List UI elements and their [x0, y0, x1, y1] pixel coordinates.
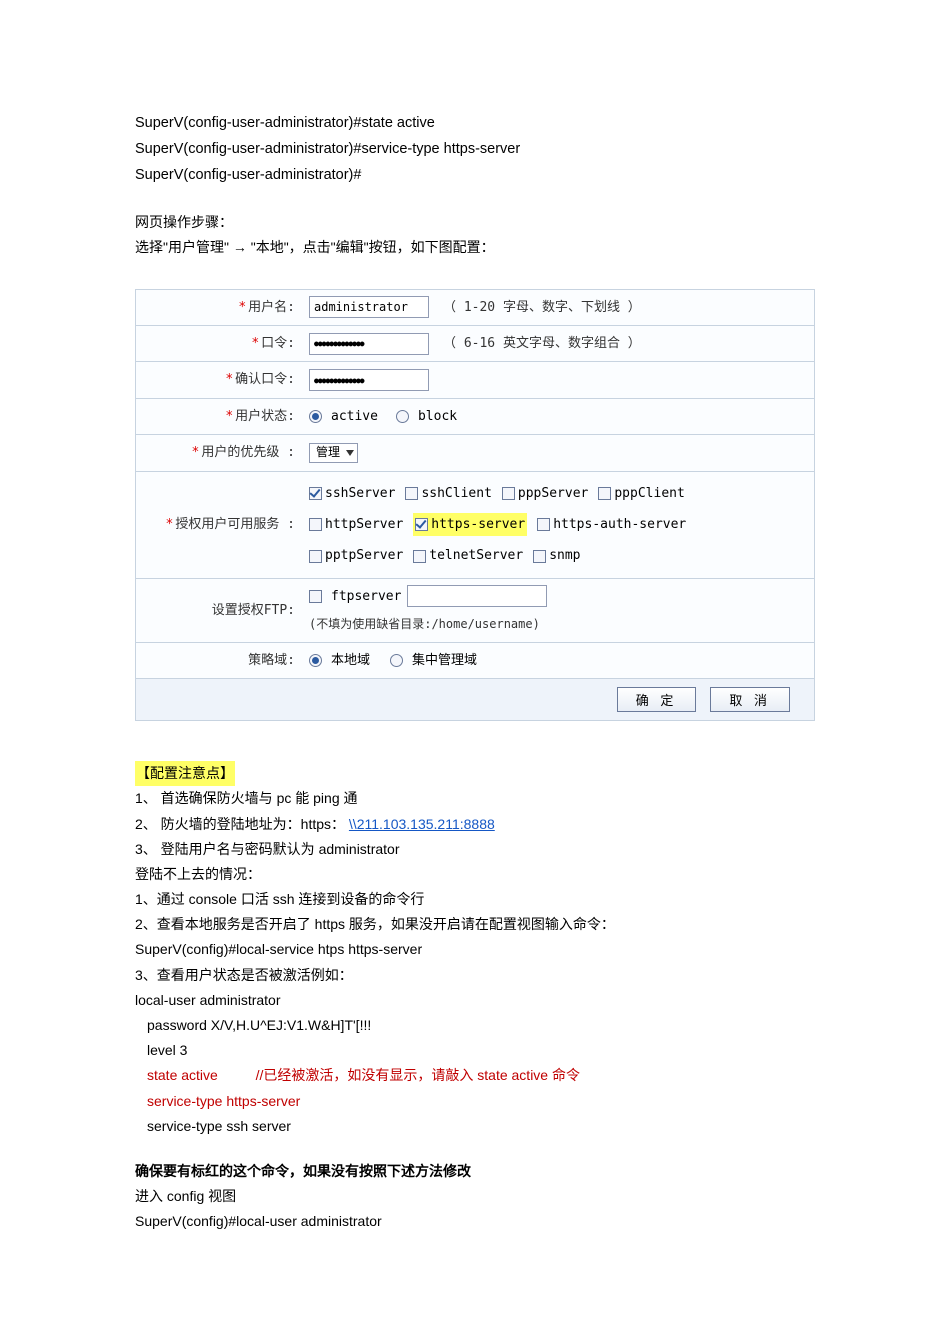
- last-cmd: SuperV(config)#local-user administrator: [135, 1209, 815, 1234]
- password-input[interactable]: [309, 333, 429, 355]
- lbl-pppserver: pppServer: [518, 482, 588, 505]
- chk-pppserver[interactable]: [502, 487, 515, 500]
- fail-2-cmd: SuperV(config)#local-service htps https-…: [135, 937, 815, 962]
- cli-line-3: SuperV(config-user-administrator)#: [135, 162, 815, 188]
- row-ftp: 设置授权FTP: ftpserver (不填为使用缺省目录:/home/user…: [136, 578, 814, 642]
- cli-line-2: SuperV(config-user-administrator)#servic…: [135, 136, 815, 162]
- note-1: 1、 首选确保防火墙与 pc 能 ping 通: [135, 786, 815, 811]
- ftp-path-input[interactable]: [407, 585, 547, 607]
- row-confirm-password: *确认口令:: [136, 361, 814, 397]
- priority-value: 管理: [316, 442, 340, 464]
- radio-active-label: active: [331, 405, 378, 428]
- lbl-telnetserver: telnetServer: [429, 544, 523, 567]
- chk-pptpserver[interactable]: [309, 550, 322, 563]
- cfg-l5: service-type https-server: [147, 1089, 300, 1114]
- note-2-text: 2、 防火墙的登陆地址为：https：: [135, 816, 345, 832]
- ftp-note: (不填为使用缺省目录:/home/username): [309, 614, 806, 636]
- cfg-l4a: state active: [147, 1063, 218, 1088]
- label-policy: 策略域:: [248, 653, 295, 668]
- lbl-httpsauth: https-auth-server: [553, 513, 686, 536]
- cfg-l2: password X/V,H.U^EJ:V1.W&H]T'[!!!: [147, 1013, 371, 1038]
- button-row: 确 定 取 消: [136, 678, 814, 720]
- enter-config: 进入 config 视图: [135, 1184, 815, 1209]
- password-hint: （ 6-16 英文字母、数字组合 ）: [443, 332, 641, 355]
- web-steps-nav: 选择"用户管理" → "本地"，点击"编辑"按钮，如下图配置：: [135, 235, 815, 260]
- user-edit-form: *用户名: （ 1-20 字母、数字、下划线 ） *口令: （ 6-16 英文字…: [135, 289, 815, 722]
- radio-local-label: 本地域: [331, 649, 370, 672]
- label-priority: 用户的优先级 :: [201, 445, 295, 460]
- priority-select[interactable]: 管理: [309, 443, 358, 463]
- chk-telnetserver[interactable]: [413, 550, 426, 563]
- note-3: 3、 登陆用户名与密码默认为 administrator: [135, 837, 815, 862]
- cfg-l4b: //已经被激活，如没有显示，请敲入 state active 命令: [256, 1067, 580, 1083]
- row-user-state: *用户状态: active block: [136, 398, 814, 434]
- radio-block-label: block: [418, 405, 457, 428]
- confirm-password-input[interactable]: [309, 369, 429, 391]
- chk-httpsserver[interactable]: [415, 518, 428, 531]
- cfg-l3: level 3: [147, 1038, 187, 1063]
- chk-sshclient[interactable]: [405, 487, 418, 500]
- radio-block[interactable]: [396, 410, 409, 423]
- arrow-icon: →: [233, 235, 247, 260]
- ensure-line: 确保要有标红的这个命令，如果没有按照下述方法修改: [135, 1159, 815, 1184]
- firewall-url-link[interactable]: \\211.103.135.211:8888: [349, 816, 495, 832]
- fail-3: 3、查看用户状态是否被激活例如：: [135, 963, 815, 988]
- note-2: 2、 防火墙的登陆地址为：https： \\211.103.135.211:88…: [135, 812, 815, 837]
- label-password: 口令:: [261, 336, 295, 351]
- nav-part2: "本地"，点击"编辑"按钮，如下图配置：: [251, 239, 495, 255]
- lbl-ftpserver: ftpserver: [331, 585, 401, 608]
- chk-ftpserver[interactable]: [309, 590, 322, 603]
- cfg-l6: service-type ssh server: [147, 1114, 291, 1139]
- notes-title: 【配置注意点】: [135, 761, 235, 786]
- lbl-httpsserver: https-server: [431, 513, 525, 536]
- radio-central-label: 集中管理域: [412, 649, 477, 672]
- cfg-l1: local-user administrator: [135, 988, 815, 1013]
- row-password: *口令: （ 6-16 英文字母、数字组合 ）: [136, 325, 814, 361]
- username-input[interactable]: [309, 296, 429, 318]
- lbl-sshserver: sshServer: [325, 482, 395, 505]
- chk-httpsauth[interactable]: [537, 518, 550, 531]
- lbl-sshclient: sshClient: [421, 482, 491, 505]
- label-confirm-password: 确认口令:: [235, 372, 295, 387]
- lbl-pppclient: pppClient: [614, 482, 684, 505]
- lbl-pptpserver: pptpServer: [325, 544, 403, 567]
- fail-2: 2、查看本地服务是否开启了 https 服务，如果没开启请在配置视图输入命令：: [135, 912, 815, 937]
- cancel-button[interactable]: 取 消: [710, 687, 790, 712]
- label-services: 授权用户可用服务 :: [175, 517, 295, 532]
- web-steps-title: 网页操作步骤：: [135, 210, 815, 235]
- notes-title-wrap: 【配置注意点】: [135, 761, 815, 786]
- radio-active[interactable]: [309, 410, 322, 423]
- radio-central-domain[interactable]: [390, 654, 403, 667]
- chk-httpserver[interactable]: [309, 518, 322, 531]
- label-ftp: 设置授权FTP:: [212, 603, 295, 618]
- chk-sshserver[interactable]: [309, 487, 322, 500]
- label-username: 用户名:: [248, 300, 295, 315]
- lbl-httpserver: httpServer: [325, 513, 403, 536]
- chk-pppclient[interactable]: [598, 487, 611, 500]
- row-username: *用户名: （ 1-20 字母、数字、下划线 ）: [136, 290, 814, 325]
- cli-line-1: SuperV(config-user-administrator)#state …: [135, 110, 815, 136]
- label-user-state: 用户状态:: [235, 409, 295, 424]
- lbl-snmp: snmp: [549, 544, 580, 567]
- ok-button[interactable]: 确 定: [617, 687, 697, 712]
- fail-1: 1、通过 console 口活 ssh 连接到设备的命令行: [135, 887, 815, 912]
- row-policy: 策略域: 本地域 集中管理域: [136, 642, 814, 678]
- username-hint: （ 1-20 字母、数字、下划线 ）: [443, 296, 641, 319]
- chevron-down-icon: [346, 450, 354, 456]
- row-priority: *用户的优先级 : 管理: [136, 434, 814, 470]
- radio-local-domain[interactable]: [309, 654, 322, 667]
- login-fail-title: 登陆不上去的情况：: [135, 862, 815, 887]
- chk-snmp[interactable]: [533, 550, 546, 563]
- nav-part1: 选择"用户管理": [135, 239, 229, 255]
- row-services: *授权用户可用服务 : sshServer sshClient pppServe…: [136, 471, 814, 578]
